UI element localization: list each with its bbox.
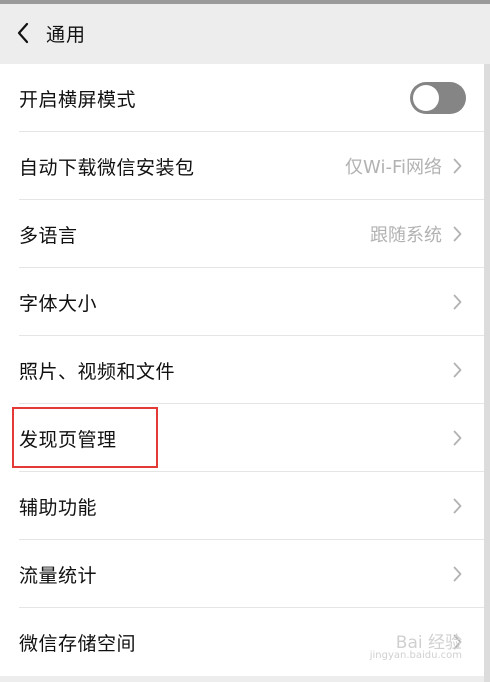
page-title: 通用: [46, 23, 87, 46]
setting-data-usage[interactable]: 流量统计: [0, 540, 484, 608]
chevron-right-icon: [453, 362, 462, 378]
setting-photos-videos-files[interactable]: 照片、视频和文件: [0, 336, 484, 404]
setting-value: 仅Wi-Fi网络: [345, 157, 442, 178]
setting-label: 流量统计: [19, 564, 98, 587]
chevron-right-icon: [453, 294, 462, 310]
setting-label: 照片、视频和文件: [19, 360, 176, 383]
toggle-knob: [413, 85, 439, 111]
chevron-right-icon: [453, 498, 462, 514]
chevron-left-icon: [17, 22, 29, 44]
right-edge-strip: [484, 64, 490, 682]
chevron-right-icon: [453, 226, 462, 242]
nav-header: 通用: [0, 4, 490, 62]
setting-language[interactable]: 多语言 跟随系统: [0, 200, 484, 268]
setting-landscape-mode: 开启横屏模式: [0, 64, 484, 132]
settings-list: 开启横屏模式 自动下载微信安装包 仅Wi-Fi网络 多语言 跟随系统 字体大小 …: [0, 64, 484, 676]
setting-label: 字体大小: [19, 292, 98, 315]
landscape-mode-toggle[interactable]: [410, 82, 466, 114]
watermark-sub: jingyan.baidu.com: [369, 650, 462, 661]
chevron-right-icon: [453, 430, 462, 446]
setting-label: 微信存储空间: [19, 632, 137, 655]
setting-value: 跟随系统: [370, 225, 442, 246]
setting-auto-download[interactable]: 自动下载微信安装包 仅Wi-Fi网络: [0, 132, 484, 200]
chevron-right-icon: [453, 566, 462, 582]
setting-label: 多语言: [19, 224, 78, 247]
setting-label: 自动下载微信安装包: [19, 156, 195, 179]
highlight-box: [12, 407, 158, 468]
setting-label: 辅助功能: [19, 496, 98, 519]
chevron-right-icon: [453, 158, 462, 174]
back-button[interactable]: [0, 4, 46, 62]
setting-label: 开启横屏模式: [19, 88, 137, 111]
setting-font-size[interactable]: 字体大小: [0, 268, 484, 336]
setting-accessibility[interactable]: 辅助功能: [0, 472, 484, 540]
